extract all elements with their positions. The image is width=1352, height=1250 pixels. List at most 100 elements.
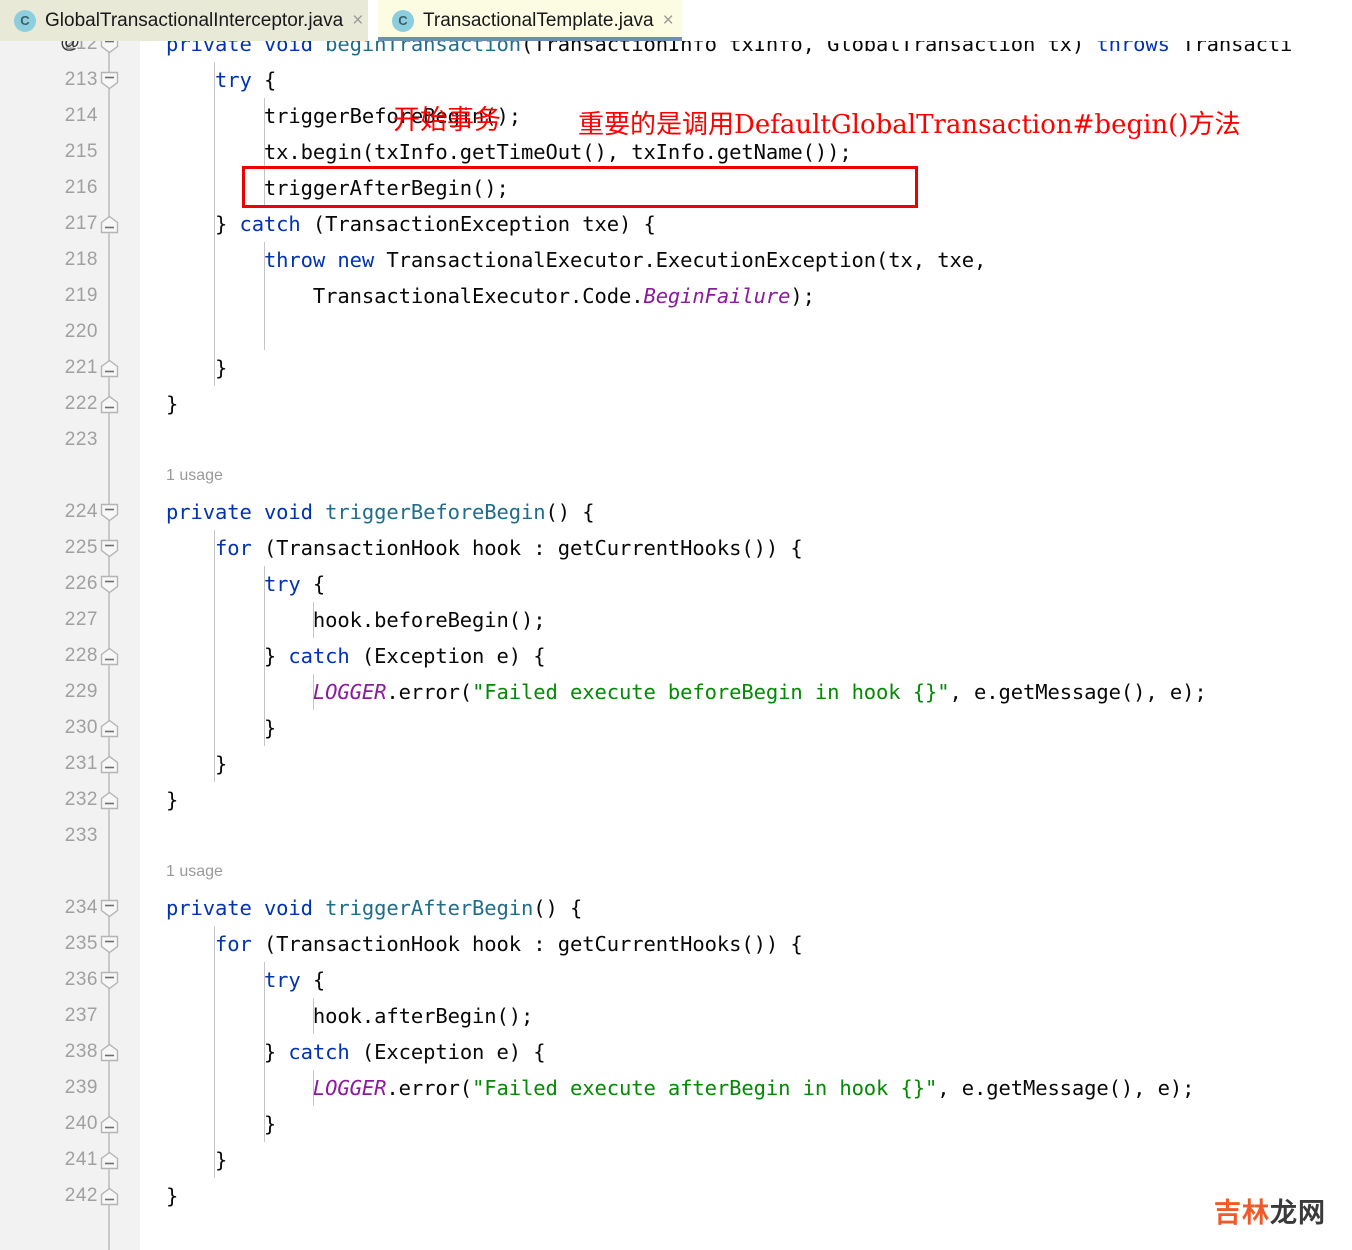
code-line[interactable]: 233 <box>0 818 1352 854</box>
code-text[interactable]: } <box>166 782 178 818</box>
code-line[interactable]: 213 try { <box>0 62 1352 98</box>
fold-expand-icon[interactable] <box>100 215 119 234</box>
code-text[interactable]: for (TransactionHook hook : getCurrentHo… <box>166 530 803 566</box>
fold-expand-icon[interactable] <box>100 647 119 666</box>
fold-collapse-icon[interactable] <box>100 575 119 594</box>
code-text[interactable]: } catch (TransactionException txe) { <box>166 206 656 242</box>
code-line[interactable]: 229 LOGGER.error("Failed execute beforeB… <box>0 674 1352 710</box>
code-line[interactable]: 231 } <box>0 746 1352 782</box>
code-text[interactable]: for (TransactionHook hook : getCurrentHo… <box>166 926 803 962</box>
token-plain: { <box>300 572 326 596</box>
code-text[interactable]: private void triggerBeforeBegin() { <box>166 494 595 530</box>
token-plain: (TransactionHook hook : getCurrentHooks(… <box>251 932 803 956</box>
code-line[interactable]: 234 private void triggerAfterBegin() { <box>0 890 1352 926</box>
code-line[interactable]: 223 <box>0 422 1352 458</box>
usage-hint[interactable]: 1 usage <box>166 857 223 887</box>
close-icon[interactable]: × <box>352 11 363 30</box>
code-line[interactable]: 220 <box>0 314 1352 350</box>
code-line[interactable]: 224 private void triggerBeforeBegin() { <box>0 494 1352 530</box>
code-line[interactable]: 239 LOGGER.error("Failed execute afterBe… <box>0 1070 1352 1106</box>
fold-collapse-icon[interactable] <box>100 971 119 990</box>
usage-hint[interactable]: 1 usage <box>166 461 223 491</box>
code-text[interactable]: } <box>166 746 227 782</box>
fold-expand-icon[interactable] <box>100 1187 119 1206</box>
code-text[interactable]: try { <box>166 566 325 602</box>
fold-expand-icon[interactable] <box>100 755 119 774</box>
code-text[interactable]: LOGGER.error("Failed execute afterBegin … <box>166 1070 1195 1106</box>
code-text[interactable]: throw new TransactionalExecutor.Executio… <box>166 242 986 278</box>
token-kw: catch <box>288 1040 350 1064</box>
fold-collapse-icon[interactable] <box>100 71 119 90</box>
code-text[interactable]: try { <box>166 962 325 998</box>
code-line[interactable]: 230 } <box>0 710 1352 746</box>
code-line[interactable]: 235 for (TransactionHook hook : getCurre… <box>0 926 1352 962</box>
line-number: 233 <box>64 825 98 846</box>
code-line[interactable]: 225 for (TransactionHook hook : getCurre… <box>0 530 1352 566</box>
fold-collapse-icon[interactable] <box>100 539 119 558</box>
fold-expand-icon[interactable] <box>100 1115 119 1134</box>
fold-expand-icon[interactable] <box>100 719 119 738</box>
code-text[interactable]: } <box>166 386 178 422</box>
fold-expand-icon[interactable] <box>100 359 119 378</box>
code-text[interactable]: } catch (Exception e) { <box>166 1034 546 1070</box>
line-number: 222 <box>64 393 98 414</box>
indent-guide <box>214 314 216 350</box>
fold-collapse-icon[interactable] <box>100 899 119 918</box>
code-text[interactable]: hook.beforeBegin(); <box>166 602 546 638</box>
editor-tab-bar[interactable]: C GlobalTransactionalInterceptor.java × … <box>0 0 1352 41</box>
line-number: 234 <box>64 897 98 918</box>
fold-expand-icon[interactable] <box>100 1151 119 1170</box>
fold-expand-icon[interactable] <box>100 791 119 810</box>
fold-collapse-icon[interactable] <box>100 503 119 522</box>
tab-transactional-template[interactable]: C TransactionalTemplate.java × <box>378 0 682 41</box>
code-line[interactable]: 217 } catch (TransactionException txe) { <box>0 206 1352 242</box>
line-number: 223 <box>64 429 98 450</box>
token-kw: void <box>263 896 326 920</box>
line-number: 238 <box>64 1041 98 1062</box>
code-text[interactable]: } catch (Exception e) { <box>166 638 546 674</box>
code-line[interactable]: 228 } catch (Exception e) { <box>0 638 1352 674</box>
code-line[interactable]: 241 } <box>0 1142 1352 1178</box>
code-line[interactable]: 227 hook.beforeBegin(); <box>0 602 1352 638</box>
code-editor[interactable]: 212 @ private void beginTransaction(Transa… <box>0 0 1352 1250</box>
code-line[interactable]: 242} <box>0 1178 1352 1214</box>
token-kw: new <box>337 248 387 272</box>
code-text[interactable]: try { <box>166 62 276 98</box>
fold-expand-icon[interactable] <box>100 1043 119 1062</box>
code-line[interactable]: 236 try { <box>0 962 1352 998</box>
indent-guide <box>263 314 265 350</box>
fold-collapse-icon[interactable] <box>100 935 119 954</box>
token-plain: } <box>166 392 179 416</box>
code-line[interactable]: 222} <box>0 386 1352 422</box>
code-text[interactable]: LOGGER.error("Failed execute beforeBegin… <box>166 674 1207 710</box>
token-plain: (TransactionHook hook : getCurrentHooks(… <box>251 536 803 560</box>
code-line[interactable]: 232} <box>0 782 1352 818</box>
code-text[interactable]: } <box>166 1178 178 1214</box>
tab-global-transactional-interceptor[interactable]: C GlobalTransactionalInterceptor.java × <box>0 0 368 41</box>
code-line[interactable]: 237 hook.afterBegin(); <box>0 998 1352 1034</box>
usage-hint-row[interactable]: 1 usage <box>0 458 1352 494</box>
code-text[interactable]: } <box>166 1142 227 1178</box>
line-number: 235 <box>64 933 98 954</box>
code-text[interactable]: hook.afterBegin(); <box>166 998 533 1034</box>
code-text[interactable]: } <box>166 350 227 386</box>
code-line[interactable]: 238 } catch (Exception e) { <box>0 1034 1352 1070</box>
code-line[interactable]: 219 TransactionalExecutor.Code.BeginFail… <box>0 278 1352 314</box>
fold-expand-icon[interactable] <box>100 395 119 414</box>
code-text[interactable]: private void triggerAfterBegin() { <box>166 890 582 926</box>
code-text[interactable]: } <box>166 710 276 746</box>
usage-hint-row[interactable]: 1 usage <box>0 854 1352 890</box>
token-plain: hook.afterBegin(); <box>166 1004 534 1028</box>
token-plain: } <box>166 644 289 668</box>
token-plain: } <box>166 1040 289 1064</box>
token-plain: , e.getMessage(), e); <box>949 680 1207 704</box>
line-number: 224 <box>64 501 98 522</box>
code-text[interactable]: } <box>166 1106 276 1142</box>
close-icon[interactable]: × <box>663 11 674 30</box>
code-line[interactable]: 240 } <box>0 1106 1352 1142</box>
code-line[interactable]: 221 } <box>0 350 1352 386</box>
code-text[interactable]: TransactionalExecutor.Code.BeginFailure)… <box>166 278 815 314</box>
code-line[interactable]: 226 try { <box>0 566 1352 602</box>
code-line[interactable]: 218 throw new TransactionalExecutor.Exec… <box>0 242 1352 278</box>
